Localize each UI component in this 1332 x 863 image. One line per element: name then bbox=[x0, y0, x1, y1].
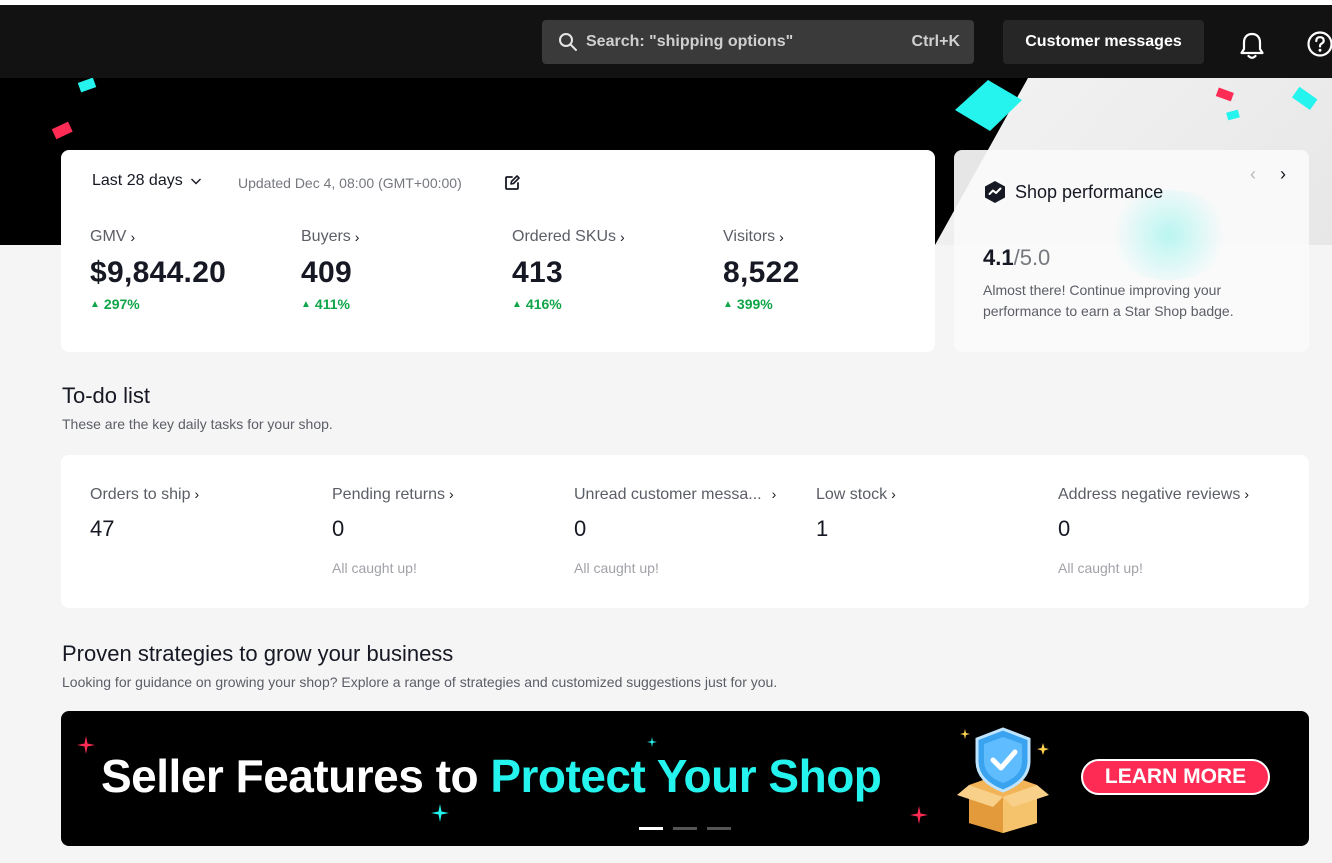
chevron-right-icon: › bbox=[130, 229, 136, 245]
search-placeholder: Search: "shipping options" bbox=[586, 33, 794, 50]
performance-icon bbox=[985, 181, 1005, 203]
todo-negative-reviews: Address negative reviews › 0 All caught u… bbox=[1058, 486, 1288, 576]
chevron-left-icon[interactable]: ‹ bbox=[1250, 164, 1256, 185]
date-range-select[interactable]: Last 28 days bbox=[92, 172, 203, 190]
carousel-dot[interactable] bbox=[639, 827, 663, 830]
chevron-right-icon: › bbox=[891, 486, 896, 502]
todo-value: 0 bbox=[332, 516, 345, 541]
strategies-subtitle: Looking for guidance on growing your sho… bbox=[62, 674, 778, 690]
todo-value: 47 bbox=[90, 516, 115, 541]
shop-performance-title: Shop performance bbox=[984, 180, 1163, 204]
metric-delta: ▲ 297% bbox=[90, 296, 140, 312]
todo-value: 0 bbox=[574, 516, 587, 541]
metric-value: 8,522 bbox=[723, 256, 800, 289]
todo-value: 0 bbox=[1058, 516, 1071, 541]
chevron-right-icon: › bbox=[779, 229, 784, 245]
chevron-down-icon bbox=[190, 178, 201, 185]
confetti-decoration bbox=[51, 78, 1318, 140]
promo-banner[interactable]: Seller Features to Protect Your Shop LEA… bbox=[61, 711, 1309, 846]
banner-headline: Seller Features to Protect Your Shop bbox=[101, 750, 882, 802]
search-icon bbox=[559, 33, 577, 51]
metric-buyers: Buyers › 409 ▲ 411% bbox=[301, 228, 501, 312]
todo-status-note: All caught up! bbox=[574, 560, 659, 576]
todo-title: To-do list bbox=[62, 383, 151, 408]
metric-value: 413 bbox=[512, 256, 563, 289]
todo-label-link[interactable]: Pending returns › bbox=[332, 486, 562, 504]
chevron-right-icon: › bbox=[771, 486, 777, 502]
metric-value: $9,844.20 bbox=[90, 256, 227, 289]
top-bar: Search: "shipping options" Ctrl+K Custom… bbox=[0, 0, 1332, 78]
todo-subtitle: These are the key daily tasks for your s… bbox=[62, 416, 333, 432]
todo-value: 1 bbox=[816, 516, 829, 541]
arrow-up-icon: ▲ bbox=[90, 298, 100, 310]
metric-label-link[interactable]: GMV › bbox=[90, 228, 290, 246]
sparkle-decoration bbox=[77, 736, 95, 754]
performance-description: Almost there! Continue improving your pe… bbox=[983, 282, 1234, 319]
todo-card: Orders to ship › 47 Pending returns › 0 Al… bbox=[61, 455, 1309, 608]
sparkle-decoration bbox=[647, 737, 657, 747]
metric-delta: ▲ 411% bbox=[301, 296, 350, 312]
todo-low-stock: Low stock › 1 bbox=[816, 486, 1046, 542]
metric-ordered-skus: Ordered SKUs › 413 ▲ 416% bbox=[512, 228, 712, 312]
carousel-dot[interactable] bbox=[707, 827, 731, 830]
todo-unread-messages: Unread customer messa... › 0 All caught u… bbox=[574, 486, 804, 576]
learn-more-button[interactable]: LEARN MORE bbox=[1081, 759, 1270, 795]
performance-score: 4.1/5.0 bbox=[983, 245, 1051, 270]
sparkle-decoration bbox=[910, 806, 928, 824]
customer-messages-button[interactable]: Customer messages bbox=[1003, 20, 1204, 64]
shop-performance-card[interactable]: ‹ › Shop performance 4.1/5.0 Almost ther… bbox=[954, 150, 1309, 352]
todo-status-note: All caught up! bbox=[1058, 560, 1143, 576]
chevron-right-icon: › bbox=[1244, 486, 1249, 502]
chevron-right-icon: › bbox=[354, 229, 360, 245]
search-shortcut: Ctrl+K bbox=[911, 33, 960, 50]
arrow-up-icon: ▲ bbox=[512, 298, 522, 310]
metric-value: 409 bbox=[301, 256, 352, 289]
metric-label-link[interactable]: Buyers › bbox=[301, 228, 501, 246]
chevron-right-icon: › bbox=[448, 486, 454, 502]
metric-delta: ▲ 399% bbox=[723, 296, 773, 312]
chevron-right-icon[interactable]: › bbox=[1280, 164, 1286, 185]
edit-icon[interactable] bbox=[503, 174, 521, 192]
strategies-title: Proven strategies to grow your business bbox=[62, 641, 454, 666]
metric-visitors: Visitors › 8,522 ▲ 399% bbox=[723, 228, 923, 312]
carousel-dots bbox=[639, 827, 731, 830]
metric-gmv: GMV › $9,844.20 ▲ 297% bbox=[90, 228, 290, 312]
sparkle-decoration bbox=[431, 804, 449, 822]
bell-icon[interactable] bbox=[1238, 31, 1266, 61]
todo-pending-returns: Pending returns › 0 All caught up! bbox=[332, 486, 562, 576]
todo-label-link[interactable]: Unread customer messa... › bbox=[574, 486, 804, 504]
todo-label-link[interactable]: Orders to ship › bbox=[90, 486, 320, 504]
chevron-right-icon: › bbox=[620, 229, 625, 245]
todo-orders-to-ship: Orders to ship › 47 bbox=[90, 486, 320, 542]
chevron-right-icon: › bbox=[194, 486, 200, 502]
metric-delta: ▲ 416% bbox=[512, 296, 562, 312]
metric-label-link[interactable]: Ordered SKUs › bbox=[512, 228, 712, 246]
metric-label-link[interactable]: Visitors › bbox=[723, 228, 923, 246]
date-range-label: Last 28 days bbox=[92, 172, 183, 189]
updated-timestamp: Updated Dec 4, 08:00 (GMT+00:00) bbox=[238, 175, 462, 191]
help-icon[interactable] bbox=[1306, 30, 1332, 58]
stats-card: Last 28 days Updated Dec 4, 08:00 (GMT+0… bbox=[61, 150, 935, 352]
todo-label-link[interactable]: Address negative reviews › bbox=[1058, 486, 1288, 504]
search-input[interactable]: Search: "shipping options" Ctrl+K bbox=[542, 20, 974, 64]
carousel-dot[interactable] bbox=[673, 827, 697, 830]
todo-status-note: All caught up! bbox=[332, 560, 417, 576]
todo-label-link[interactable]: Low stock › bbox=[816, 486, 1046, 504]
shield-box-icon bbox=[957, 727, 1049, 833]
arrow-up-icon: ▲ bbox=[723, 298, 733, 310]
arrow-up-icon: ▲ bbox=[301, 298, 311, 310]
